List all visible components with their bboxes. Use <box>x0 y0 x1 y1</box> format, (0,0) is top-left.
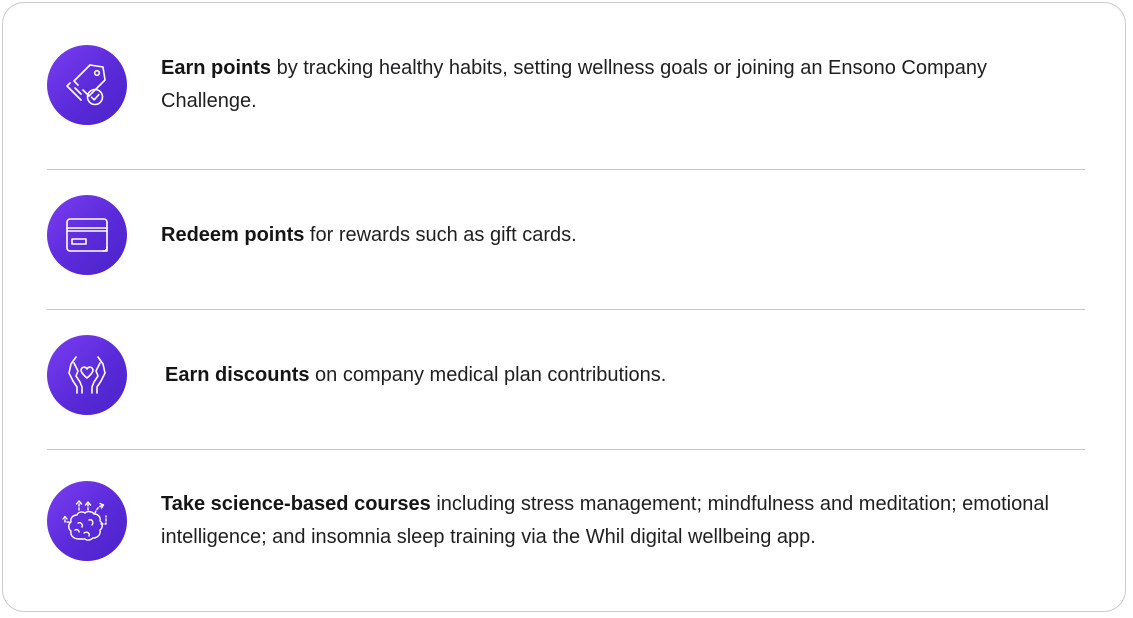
divider <box>47 449 1085 450</box>
benefit-title: Redeem points <box>161 223 305 246</box>
benefit-item-courses: Take science-based courses including str… <box>47 469 1085 573</box>
divider <box>47 169 1085 170</box>
benefit-description: by tracking healthy habits, setting well… <box>161 57 987 112</box>
benefit-title: Earn points <box>161 57 272 79</box>
credit-card-icon <box>47 195 127 275</box>
hands-heart-icon <box>47 335 127 415</box>
benefit-title: Earn discounts <box>165 363 310 386</box>
benefit-description: for rewards such as gift cards. <box>304 223 577 246</box>
benefit-text: Redeem points for rewards such as gift c… <box>161 219 577 252</box>
brain-arrows-icon <box>47 481 127 561</box>
benefits-card: Earn points by tracking healthy habits, … <box>2 2 1126 612</box>
tag-check-icon <box>47 45 127 125</box>
benefit-text: Earn points by tracking healthy habits, … <box>161 52 1085 118</box>
benefit-item-earn-discounts: Earn discounts on company medical plan c… <box>47 331 1085 419</box>
divider <box>47 309 1085 310</box>
benefit-description: on company medical plan contributions. <box>309 363 667 386</box>
benefit-text: Earn discounts on company medical plan c… <box>165 359 666 392</box>
benefit-text: Take science-based courses including str… <box>161 488 1085 554</box>
benefit-item-earn-points: Earn points by tracking healthy habits, … <box>47 43 1085 127</box>
benefit-title: Take science-based courses <box>161 493 431 515</box>
benefit-item-redeem-points: Redeem points for rewards such as gift c… <box>47 191 1085 279</box>
